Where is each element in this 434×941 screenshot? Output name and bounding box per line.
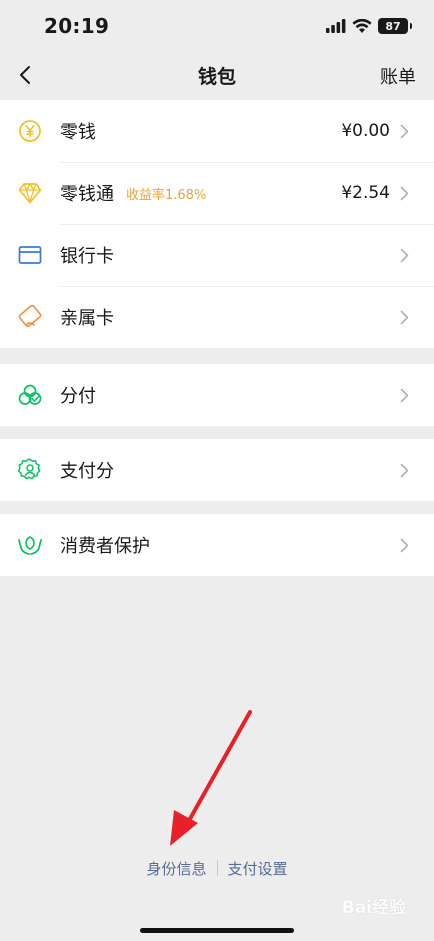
list-item-label: 消费者保护 — [60, 536, 150, 557]
balance-value: ¥0.00 — [341, 121, 390, 141]
diamond-icon — [18, 183, 42, 204]
wallet-group-fenfu: 分付 — [0, 364, 434, 426]
wifi-icon — [352, 18, 372, 33]
chevron-right-icon — [400, 248, 409, 262]
chevron-right-icon — [400, 388, 409, 402]
family-card-icon — [18, 304, 42, 328]
page-title: 钱包 — [197, 65, 236, 88]
coin-icon — [19, 120, 41, 142]
chevron-left-icon — [20, 66, 30, 84]
list-item-fenfu[interactable]: 分付 — [0, 364, 434, 426]
footer-links: 身份信息 支付设置 — [0, 856, 434, 880]
chevron-right-icon — [400, 186, 409, 200]
signal-icon — [326, 19, 346, 33]
status-icons: 87 — [326, 18, 412, 34]
list-item-label: 零钱通 — [60, 184, 114, 205]
identity-info-link[interactable]: 身份信息 — [146, 858, 206, 879]
yield-rate-badge: 收益率1.68% — [126, 187, 207, 203]
wallet-group-pay-score: 支付分 — [0, 439, 434, 501]
nav-bar: 钱包 账单 — [0, 52, 434, 98]
pay-score-icon — [18, 458, 41, 480]
list-item-lingqiantong[interactable]: 零钱通 收益率1.68% ¥2.54 — [0, 162, 434, 224]
list-item-label: 亲属卡 — [60, 308, 114, 329]
wallet-group-main: 零钱 ¥0.00 零钱通 收益率1.68% ¥2.54 银行卡 亲属卡 — [0, 100, 434, 348]
balance-value: ¥2.54 — [341, 183, 390, 203]
status-time: 20:19 — [44, 14, 110, 38]
payment-settings-link[interactable]: 支付设置 — [228, 858, 288, 879]
list-item-label: 零钱 — [60, 122, 96, 143]
list-item-label: 分付 — [60, 386, 96, 407]
chevron-right-icon — [400, 310, 409, 324]
consumer-protection-icon — [18, 536, 42, 555]
list-item-bank-card[interactable]: 银行卡 — [0, 224, 434, 286]
wallet-group-consumer-protection: 消费者保护 — [0, 514, 434, 576]
chevron-right-icon — [400, 124, 409, 138]
footer-divider — [216, 860, 218, 876]
bank-card-icon — [18, 246, 42, 264]
bill-button[interactable]: 账单 — [380, 63, 416, 89]
status-bar: 20:19 87 — [0, 0, 434, 52]
back-button[interactable] — [10, 60, 40, 90]
list-item-change[interactable]: 零钱 ¥0.00 — [0, 100, 434, 162]
list-item-label: 支付分 — [60, 461, 114, 482]
list-item-label: 银行卡 — [60, 246, 114, 267]
battery-indicator: 87 — [378, 18, 412, 34]
list-item-consumer-protection[interactable]: 消费者保护 — [0, 514, 434, 576]
home-indicator[interactable] — [140, 928, 294, 933]
list-item-family-card[interactable]: 亲属卡 — [0, 286, 434, 348]
list-item-pay-score[interactable]: 支付分 — [0, 439, 434, 501]
chevron-right-icon — [400, 538, 409, 552]
fenfu-icon — [18, 384, 42, 405]
chevron-right-icon — [400, 463, 409, 477]
watermark-logo: Bai经验 — [341, 898, 406, 918]
